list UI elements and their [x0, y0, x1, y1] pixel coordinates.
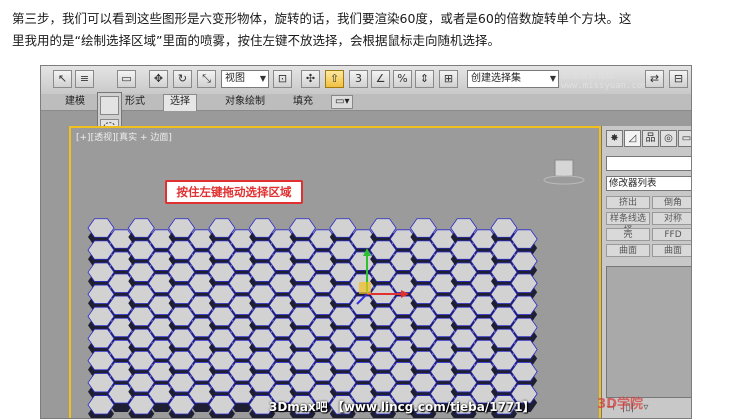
- select-by-name-icon[interactable]: ≡: [75, 70, 94, 88]
- modifier-stack[interactable]: [606, 266, 691, 398]
- rotate-icon[interactable]: ↻: [173, 70, 192, 88]
- object-name-field[interactable]: [606, 156, 691, 171]
- modifier-splineselect-button[interactable]: 样条线选择: [606, 212, 650, 236]
- keyboard-shortcut-icon[interactable]: ⇧: [325, 70, 344, 88]
- viewcube-icon[interactable]: [541, 158, 587, 188]
- ribbon-tabs: 建模 形式 选择 对象绘制 填充 ▭▾: [41, 94, 691, 111]
- window-crossing-icon[interactable]: ▭: [117, 70, 136, 88]
- command-panel: ✸ ◿ 品 ◎ ▭ 修改器列表 挤出 倒角 样条线选择 对称 壳 FFD 曲面 …: [601, 126, 691, 418]
- modifier-extrude-button[interactable]: 挤出: [606, 196, 650, 209]
- ribbon-tab-object-paint[interactable]: 对象绘制: [219, 95, 271, 109]
- move-icon[interactable]: ✥: [149, 70, 168, 88]
- ribbon-options-icon[interactable]: ▭▾: [331, 95, 354, 109]
- 3dsmax-screenshot: ↖ ≡ ▭ ✥ ↻ ⤡ 视图 ▼ ⊡ ✣ ⇧ 3 ∠ % ⇕ ⊞ 创建选择集 ▼ 思…: [40, 65, 692, 419]
- logo-3d-academy: 3D学院: [597, 397, 643, 412]
- main-toolbar: ↖ ≡ ▭ ✥ ↻ ⤡ 视图 ▼ ⊡ ✣ ⇧ 3 ∠ % ⇕ ⊞ 创建选择集 ▼ 思…: [41, 66, 691, 95]
- modifier-symmetry-button[interactable]: 对称: [652, 212, 691, 225]
- hierarchy-tab-icon[interactable]: 品: [642, 130, 659, 147]
- modify-tab-icon[interactable]: ◿: [624, 130, 641, 147]
- transform-gizmo-icon: [356, 248, 409, 305]
- modifier-surface-button[interactable]: 曲面: [606, 244, 650, 257]
- select-manipulate-icon[interactable]: ✣: [301, 70, 320, 88]
- ribbon-tab-freeform[interactable]: 形式: [119, 95, 151, 109]
- ribbon-tab-populate[interactable]: 填充: [287, 95, 319, 109]
- modifier-bevel-button[interactable]: 倒角: [652, 196, 691, 209]
- named-selection-set-dropdown[interactable]: 创建选择集 ▼: [467, 70, 559, 88]
- remove-modifier-icon[interactable]: ▿: [643, 402, 648, 413]
- ribbon-tab-selection[interactable]: 选择: [163, 94, 197, 111]
- article-line: 第三步，我们可以看到这些图形是六变形物体，旋转的话，我们要渲染60度，或者是60…: [12, 11, 632, 26]
- perspective-viewport[interactable]: [+][透视][真实 + 边面] 按住左键拖动选择区域: [69, 126, 601, 418]
- reference-coordinate-dropdown[interactable]: 视图 ▼: [221, 70, 269, 88]
- align-icon[interactable]: ⊟: [669, 70, 688, 88]
- article-text: 第三步，我们可以看到这些图形是六变形物体，旋转的话，我们要渲染60度，或者是60…: [12, 8, 722, 52]
- mirror-icon[interactable]: ⇄: [645, 70, 664, 88]
- rectangle-region-icon[interactable]: [100, 96, 119, 115]
- pivot-center-icon[interactable]: ⊡: [273, 70, 292, 88]
- article-line: 里我用的是“绘制选择区域”里面的喷雾，按住左键不放选择，会根据鼠标走向随机选择。: [12, 33, 500, 48]
- percent-snap-icon[interactable]: %: [393, 70, 412, 88]
- snap-toggle-icon[interactable]: 3: [349, 70, 368, 88]
- modifier-surface-button-2[interactable]: 曲面: [652, 244, 691, 257]
- edit-named-selection-icon[interactable]: ⊞: [439, 70, 458, 88]
- display-tab-icon[interactable]: ▭: [678, 130, 691, 147]
- motion-tab-icon[interactable]: ◎: [660, 130, 677, 147]
- create-tab-icon[interactable]: ✸: [606, 130, 623, 147]
- hexagon-grid: [87, 218, 538, 418]
- ribbon-tab-modeling[interactable]: 建模: [59, 95, 91, 109]
- spinner-snap-icon[interactable]: ⇕: [415, 70, 434, 88]
- instruction-callout: 按住左键拖动选择区域: [165, 180, 303, 204]
- angle-snap-icon[interactable]: ∠: [371, 70, 390, 88]
- modifier-shell-button[interactable]: 壳: [606, 228, 650, 241]
- selection-set-value: 创建选择集: [471, 73, 521, 84]
- select-object-icon[interactable]: ↖: [53, 70, 72, 88]
- modifier-ffd-button[interactable]: FFD: [652, 228, 691, 241]
- footer-credit: 3Dmax吧 【www.lincg.com/tieba/1771】: [269, 400, 535, 414]
- modifier-list-dropdown[interactable]: 修改器列表: [606, 176, 691, 191]
- reference-coordinate-value: 视图: [225, 73, 245, 84]
- scale-icon[interactable]: ⤡: [197, 70, 216, 88]
